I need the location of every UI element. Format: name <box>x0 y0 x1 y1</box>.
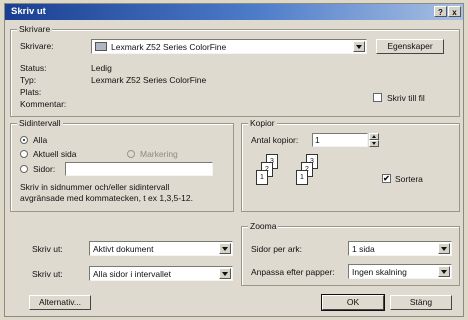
radio-current-page-label: Aktuell sida <box>33 149 77 159</box>
radio-selection-label: Markering <box>140 149 178 159</box>
printer-icon <box>95 42 107 51</box>
close-dialog-button[interactable]: Stäng <box>390 295 452 310</box>
print-what-label: Skriv ut: <box>32 244 63 254</box>
radio-pages-label: Sidor: <box>33 164 56 174</box>
printer-group: Skrivare Skrivare: Lexmark Z52 Series Co… <box>10 24 460 117</box>
chevron-down-icon[interactable] <box>219 243 231 254</box>
radio-all-label: Alla <box>33 135 48 145</box>
pages-per-sheet-label: Sidor per ark: <box>251 244 303 254</box>
printer-select-value: Lexmark Z52 Series ColorFine <box>111 42 227 52</box>
radio-selection <box>127 150 135 158</box>
page-range-group: Sidintervall Alla Aktuell sida Markering… <box>10 118 234 212</box>
scale-to-paper-value: Ingen skalning <box>352 267 407 277</box>
print-to-file-label: Skriv till fil <box>387 93 425 103</box>
chevron-down-icon[interactable] <box>438 243 450 254</box>
options-button[interactable]: Alternativ... <box>29 295 91 310</box>
collate-illustration: 3 2 1 3 2 1 <box>252 154 352 204</box>
print-pages-value: Alla sidor i intervallet <box>93 269 171 279</box>
status-label: Status: <box>20 63 47 73</box>
pages-per-sheet-value: 1 sida <box>352 244 375 254</box>
comment-label: Kommentar: <box>20 99 67 109</box>
print-what-value: Aktivt dokument <box>93 244 154 254</box>
properties-button[interactable]: Egenskaper <box>376 39 444 54</box>
copies-count-input[interactable]: 1 <box>312 133 368 147</box>
collate-page-icon: 1 <box>256 170 268 185</box>
range-help-line1: Skriv in sidnummer och/eller sidinterval… <box>20 182 170 192</box>
dialog-title: Skriv ut <box>11 6 46 17</box>
printer-group-label: Skrivare <box>17 24 53 34</box>
radio-pages[interactable] <box>20 165 28 173</box>
printer-name-label: Skrivare: <box>20 41 54 51</box>
print-pages-select[interactable]: Alla sidor i intervallet <box>89 266 233 281</box>
pages-input[interactable] <box>65 162 213 176</box>
type-value: Lexmark Z52 Series ColorFine <box>91 75 207 85</box>
collate-label: Sortera <box>395 174 423 184</box>
type-label: Typ: <box>20 75 37 85</box>
spin-down-icon[interactable] <box>369 140 379 147</box>
collate-checkbox[interactable]: ✔ <box>382 174 391 183</box>
collate-page-icon: 1 <box>296 170 308 185</box>
chevron-down-icon[interactable] <box>353 41 365 52</box>
zoom-group: Zooma Sidor per ark: 1 sida Anpassa efte… <box>241 221 460 286</box>
page-range-group-label: Sidintervall <box>17 118 63 128</box>
print-dialog: Skriv ut ? x Skrivare Skrivare: Lexmark … <box>4 3 464 317</box>
copies-count-value: 1 <box>315 135 320 145</box>
spin-up-icon[interactable] <box>369 133 379 140</box>
copies-spinner[interactable] <box>369 133 379 147</box>
title-bar: Skriv ut ? x <box>5 4 463 20</box>
print-what-select[interactable]: Aktivt dokument <box>89 241 233 256</box>
radio-all[interactable] <box>20 136 28 144</box>
scale-to-paper-select[interactable]: Ingen skalning <box>348 264 452 279</box>
range-help-line2: avgränsade med kommatecken, t ex 1,3,5-1… <box>20 193 193 203</box>
print-to-file-checkbox[interactable] <box>373 93 382 102</box>
copies-group: Kopior Antal kopior: 1 3 2 1 3 2 1 ✔ Sor… <box>241 118 460 212</box>
scale-to-paper-label: Anpassa efter papper: <box>251 267 335 277</box>
location-label: Plats: <box>20 87 42 97</box>
radio-current-page[interactable] <box>20 150 28 158</box>
copies-group-label: Kopior <box>248 118 277 128</box>
print-pages-label: Skriv ut: <box>32 269 63 279</box>
printer-select[interactable]: Lexmark Z52 Series ColorFine <box>91 39 367 54</box>
status-value: Ledig <box>91 63 112 73</box>
ok-button[interactable]: OK <box>321 294 385 311</box>
help-button[interactable]: ? <box>434 6 447 17</box>
chevron-down-icon[interactable] <box>219 268 231 279</box>
copies-count-label: Antal kopior: <box>251 135 299 145</box>
pages-per-sheet-select[interactable]: 1 sida <box>348 241 452 256</box>
zoom-group-label: Zooma <box>248 221 279 231</box>
close-button[interactable]: x <box>448 6 461 17</box>
chevron-down-icon[interactable] <box>438 266 450 277</box>
